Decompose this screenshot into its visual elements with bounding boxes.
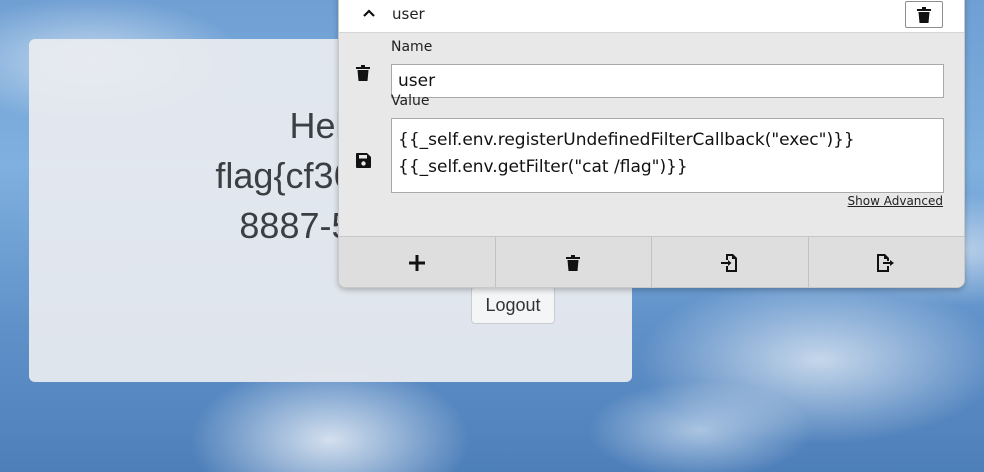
delete-all-button[interactable]	[496, 237, 652, 287]
file-import-icon	[720, 253, 739, 272]
logout-button[interactable]: Logout	[471, 286, 555, 324]
save-icon[interactable]	[353, 150, 373, 170]
trash-icon	[917, 6, 931, 23]
value-label: Value	[391, 93, 430, 109]
import-button[interactable]	[652, 237, 809, 287]
plus-icon	[408, 254, 425, 271]
cookie-value-textarea[interactable]: {{_self.env.registerUndefinedFilterCallb…	[391, 118, 944, 193]
cookie-toolbar	[339, 236, 965, 287]
cookie-editor-panel: user Name user Value {{_self.env.registe…	[338, 0, 965, 288]
name-label: Name	[391, 39, 433, 55]
cookie-header[interactable]: user	[339, 0, 964, 33]
trash-icon[interactable]	[353, 63, 373, 83]
trash-icon	[566, 254, 581, 271]
delete-cookie-button[interactable]	[905, 1, 943, 28]
cookie-name-input[interactable]: user	[391, 64, 944, 98]
show-advanced-link[interactable]: Show Advanced	[848, 194, 943, 208]
cookie-edit-form: Name user Value {{_self.env.registerUnde…	[339, 33, 964, 236]
export-button[interactable]	[809, 237, 965, 287]
chevron-up-icon[interactable]	[359, 3, 379, 23]
cookie-name: user	[392, 5, 425, 23]
add-cookie-button[interactable]	[339, 237, 496, 287]
file-export-icon	[877, 253, 895, 272]
